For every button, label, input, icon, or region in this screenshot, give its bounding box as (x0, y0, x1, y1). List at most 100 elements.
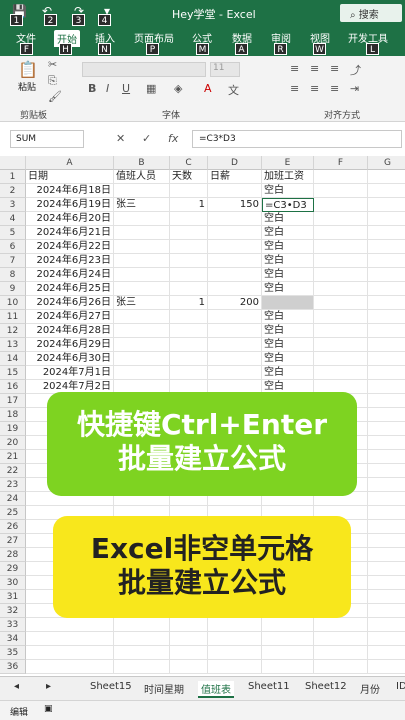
cell-e3[interactable]: =C3•D3 (262, 198, 314, 212)
cell-d6[interactable] (208, 240, 262, 254)
cell-f7[interactable] (314, 254, 368, 268)
cell-c7[interactable] (170, 254, 208, 268)
cell-g10[interactable] (368, 296, 405, 310)
cell-g9[interactable] (368, 282, 405, 296)
cell-f15[interactable] (314, 366, 368, 380)
scroll-right-icon[interactable]: ▸ (46, 681, 51, 692)
cell-a14[interactable]: 2024年6月30日 (26, 352, 114, 366)
cell-c35[interactable] (170, 646, 208, 660)
cell-b6[interactable] (114, 240, 170, 254)
cell-a15[interactable]: 2024年7月1日 (26, 366, 114, 380)
cell-g30[interactable] (368, 576, 405, 590)
cell-d35[interactable] (208, 646, 262, 660)
cell-c15[interactable] (170, 366, 208, 380)
cell-f35[interactable] (314, 646, 368, 660)
fill-color-icon[interactable]: ◈ (174, 82, 182, 95)
cell-d15[interactable] (208, 366, 262, 380)
cell-b35[interactable] (114, 646, 170, 660)
column-header[interactable]: C (170, 156, 208, 170)
cell-e11[interactable]: 空白 (262, 310, 314, 324)
cell-d2[interactable] (208, 184, 262, 198)
row-header[interactable]: 2 (0, 184, 26, 198)
cell-a36[interactable] (26, 660, 114, 674)
orientation-icon[interactable]: ⤴ (350, 62, 361, 78)
sheet-tab[interactable]: Sheet12 (305, 681, 347, 692)
row-header[interactable]: 13 (0, 338, 26, 352)
cell-g17[interactable] (368, 394, 405, 408)
row-header[interactable]: 24 (0, 492, 26, 506)
cell-f8[interactable] (314, 268, 368, 282)
cell-g20[interactable] (368, 436, 405, 450)
cell-g28[interactable] (368, 548, 405, 562)
cell-b10[interactable]: 张三 (114, 296, 170, 310)
row-header[interactable]: 15 (0, 366, 26, 380)
enter-icon[interactable]: ✓ (142, 132, 151, 145)
font-size-select[interactable]: 11 (210, 62, 240, 77)
cell-g29[interactable] (368, 562, 405, 576)
insert-function-icon[interactable]: fx (168, 132, 178, 145)
cell-f36[interactable] (314, 660, 368, 674)
row-header[interactable]: 30 (0, 576, 26, 590)
cell-g16[interactable] (368, 380, 405, 394)
cell-g3[interactable] (368, 198, 405, 212)
row-header[interactable]: 16 (0, 380, 26, 394)
row-header[interactable]: 17 (0, 394, 26, 408)
cell-b7[interactable] (114, 254, 170, 268)
row-header[interactable]: 28 (0, 548, 26, 562)
cell-d1[interactable]: 日薪 (208, 170, 262, 184)
bold-icon[interactable]: B (88, 82, 96, 95)
row-header[interactable]: 1 (0, 170, 26, 184)
cell-c3[interactable]: 1 (170, 198, 208, 212)
row-header[interactable]: 3 (0, 198, 26, 212)
cell-a8[interactable]: 2024年6月24日 (26, 268, 114, 282)
cell-f13[interactable] (314, 338, 368, 352)
cell-e8[interactable]: 空白 (262, 268, 314, 282)
cell-e6[interactable]: 空白 (262, 240, 314, 254)
cell-d36[interactable] (208, 660, 262, 674)
row-header[interactable]: 34 (0, 632, 26, 646)
cell-d3[interactable]: 150 (208, 198, 262, 212)
font-name-select[interactable] (82, 62, 206, 77)
cell-d9[interactable] (208, 282, 262, 296)
cell-e4[interactable]: 空白 (262, 212, 314, 226)
row-header[interactable]: 5 (0, 226, 26, 240)
cell-b9[interactable] (114, 282, 170, 296)
search-box[interactable]: ⌕ 搜索 (340, 4, 402, 22)
cell-a9[interactable]: 2024年6月25日 (26, 282, 114, 296)
row-header[interactable]: 32 (0, 604, 26, 618)
cell-c33[interactable] (170, 618, 208, 632)
cell-g14[interactable] (368, 352, 405, 366)
cell-b34[interactable] (114, 632, 170, 646)
select-all-corner[interactable] (0, 156, 26, 170)
row-header[interactable]: 36 (0, 660, 26, 674)
cell-f10[interactable] (314, 296, 368, 310)
paste-button[interactable]: 粘贴 (18, 80, 36, 93)
sheet-tab[interactable]: Sheet11 (248, 681, 290, 692)
cell-e2[interactable]: 空白 (262, 184, 314, 198)
underline-icon[interactable]: U (122, 82, 130, 95)
cell-g27[interactable] (368, 534, 405, 548)
cell-a13[interactable]: 2024年6月29日 (26, 338, 114, 352)
cell-b1[interactable]: 值班人员 (114, 170, 170, 184)
cell-a2[interactable]: 2024年6月18日 (26, 184, 114, 198)
cell-a5[interactable]: 2024年6月21日 (26, 226, 114, 240)
cell-g26[interactable] (368, 520, 405, 534)
align-center-icon[interactable]: ≡ (310, 82, 319, 95)
cell-b14[interactable] (114, 352, 170, 366)
column-header[interactable]: B (114, 156, 170, 170)
cell-f4[interactable] (314, 212, 368, 226)
cell-g21[interactable] (368, 450, 405, 464)
accessibility-icon[interactable]: ▣ (44, 704, 53, 714)
cell-g5[interactable] (368, 226, 405, 240)
cell-g11[interactable] (368, 310, 405, 324)
cell-g4[interactable] (368, 212, 405, 226)
cell-d8[interactable] (208, 268, 262, 282)
cell-c36[interactable] (170, 660, 208, 674)
cell-f33[interactable] (314, 618, 368, 632)
cell-d11[interactable] (208, 310, 262, 324)
cell-b33[interactable] (114, 618, 170, 632)
cell-g31[interactable] (368, 590, 405, 604)
cell-b4[interactable] (114, 212, 170, 226)
cell-g34[interactable] (368, 632, 405, 646)
cell-b8[interactable] (114, 268, 170, 282)
